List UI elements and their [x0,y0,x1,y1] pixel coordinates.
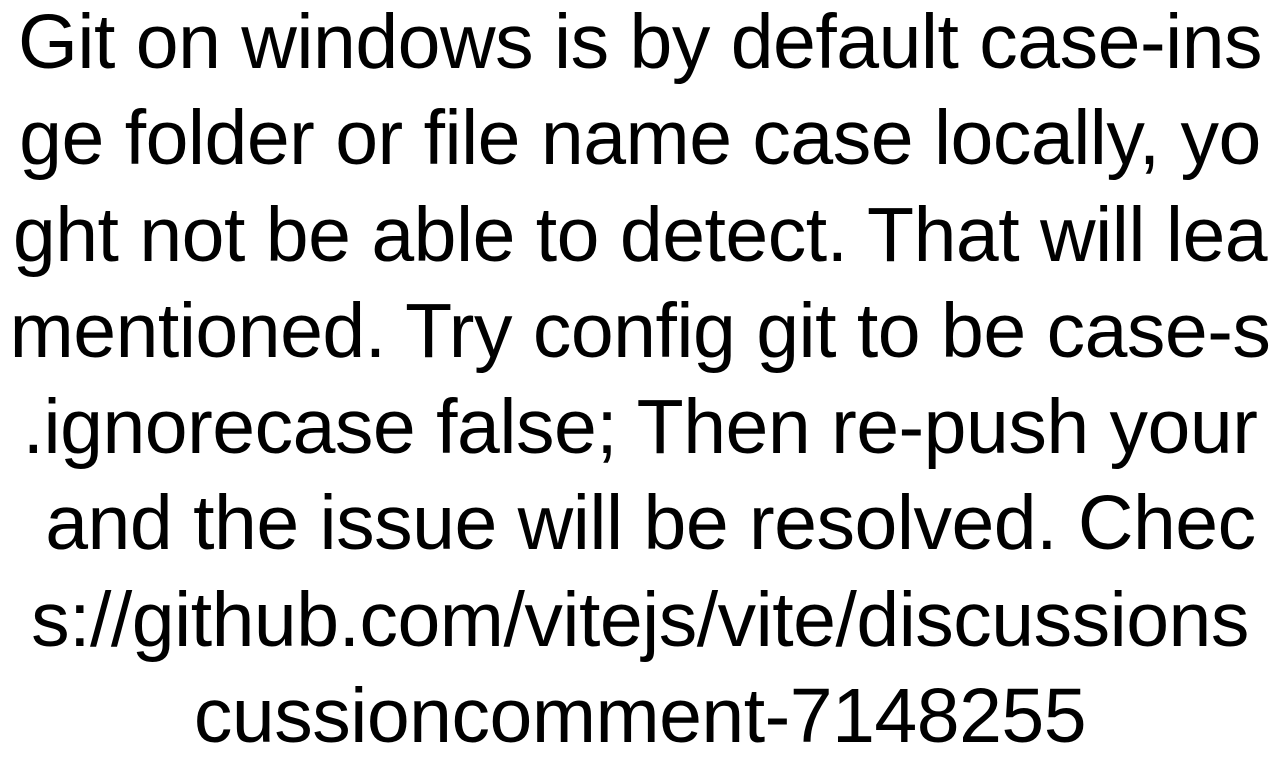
body-text: Git on windows is by default case-ins ge… [0,0,1280,764]
